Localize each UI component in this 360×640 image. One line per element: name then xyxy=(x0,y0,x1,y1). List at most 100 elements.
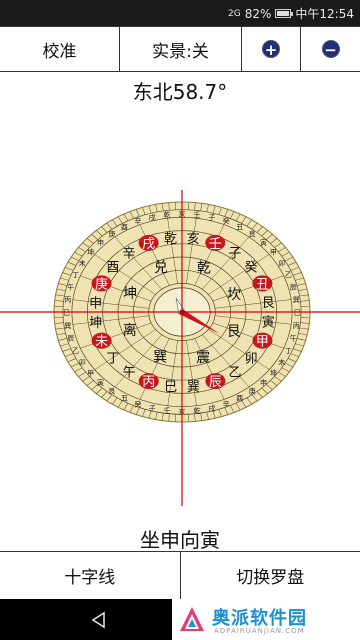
outer-small-label: 申 xyxy=(260,378,267,387)
zoom-out-button[interactable]: − xyxy=(301,27,360,71)
status-bar: 2G 82% 中午12:54 xyxy=(0,0,360,26)
outer-small-label: 巳 xyxy=(63,309,70,317)
outer-small-label: 巳 xyxy=(294,309,301,317)
outer-small-label: 壬 xyxy=(163,406,170,415)
outer-small-label: 甲 xyxy=(270,249,277,257)
switch-compass-button[interactable]: 切换罗盘 xyxy=(181,552,360,599)
watermark-logo-icon xyxy=(180,607,204,631)
trigram-label: 兑 xyxy=(154,260,168,276)
mountain-label: 午 xyxy=(123,365,136,380)
mountain-label: 子 xyxy=(228,247,241,262)
trigram-label: 坎 xyxy=(227,287,241,303)
mountain-label: 丁 xyxy=(106,352,119,367)
sitting-direction: 坐申向寅 xyxy=(140,528,220,552)
mountain-label: 亥 xyxy=(187,232,200,247)
outer-small-label: 未 xyxy=(278,358,285,367)
trigram-label: 震 xyxy=(196,350,210,366)
minus-icon: − xyxy=(321,40,340,59)
mountain-label: 未 xyxy=(95,335,108,350)
outer-small-label: 乙 xyxy=(285,271,292,279)
outer-small-label: 癸 xyxy=(134,399,141,408)
outer-small-label: 未 xyxy=(79,259,86,268)
outer-small-label: 巽 xyxy=(64,322,71,330)
back-triangle-icon[interactable] xyxy=(90,611,108,629)
outer-small-label: 乾 xyxy=(163,210,170,219)
mountain-label: 酉 xyxy=(106,261,119,276)
mountain-label: 辛 xyxy=(122,247,135,262)
compass-view[interactable]: 亥壬子癸丑艮寅甲卯乙辰巽巳丙午丁未坤申庚酉辛戌乾乾坎艮震巽离坤兑亥壬子癸丑艮寅甲… xyxy=(0,190,360,506)
outer-small-label: 庚 xyxy=(249,387,256,396)
mountain-label: 丑 xyxy=(256,277,269,292)
status-right: 2G 82% 中午12:54 xyxy=(228,5,354,22)
mountain-label: 乾 xyxy=(164,232,177,247)
signal-icon: 2G xyxy=(228,8,241,19)
outer-small-label: 申 xyxy=(97,238,104,247)
outer-small-label: 辛 xyxy=(223,399,230,408)
outer-small-label: 艮 xyxy=(249,230,256,238)
outer-small-label: 壬 xyxy=(194,210,201,219)
outer-small-label: 卯 xyxy=(79,358,86,367)
mountain-label: 辰 xyxy=(209,375,222,390)
luopan-compass: 亥壬子癸丑艮寅甲卯乙辰巽巳丙午丁未坤申庚酉辛戌乾乾坎艮震巽离坤兑亥壬子癸丑艮寅甲… xyxy=(0,190,360,506)
zoom-in-button[interactable]: + xyxy=(242,27,301,71)
outer-small-label: 丁 xyxy=(285,347,292,355)
outer-small-label: 寅 xyxy=(260,238,267,247)
outer-small-label: 子 xyxy=(149,405,156,413)
mountain-label: 庚 xyxy=(95,276,108,292)
mountain-label: 寅 xyxy=(262,315,275,331)
mountain-label: 申 xyxy=(89,296,102,311)
trigram-label: 离 xyxy=(123,322,137,339)
mountain-label: 壬 xyxy=(209,237,222,252)
outer-small-label: 丁 xyxy=(72,271,79,279)
outer-small-label: 艮 xyxy=(108,388,115,396)
bottom-bar: 十字线 切换罗盘 xyxy=(0,551,360,599)
trigram-label: 乾 xyxy=(197,260,211,276)
outer-small-label: 卯 xyxy=(278,259,285,268)
mountain-label: 甲 xyxy=(256,335,269,350)
mountain-label: 戌 xyxy=(142,237,155,252)
mountain-label: 艮 xyxy=(262,296,275,311)
plus-icon: + xyxy=(262,40,280,59)
clock: 中午12:54 xyxy=(295,7,354,21)
watermark-sub: AOPAIRUANJIAN.COM xyxy=(214,627,305,635)
mountain-label: 丙 xyxy=(142,375,155,390)
mountain-label: 巳 xyxy=(164,380,177,395)
realview-toggle-button[interactable]: 实景:关 xyxy=(120,27,242,71)
outer-small-label: 乾 xyxy=(194,406,201,415)
watermark: 奥派软件园 AOPAIRUANJIAN.COM xyxy=(172,599,360,640)
outer-small-label: 子 xyxy=(208,213,215,221)
battery-icon xyxy=(275,9,294,18)
outer-small-label: 坤 xyxy=(270,368,277,377)
outer-small-label: 戌 xyxy=(149,212,156,221)
mountain-label: 卯 xyxy=(245,351,258,366)
battery-percent: 82% xyxy=(244,6,272,21)
calibrate-button[interactable]: 校准 xyxy=(0,27,120,71)
outer-small-label: 丙 xyxy=(293,322,300,330)
outer-small-label: 丑 xyxy=(236,223,243,231)
outer-small-label: 寅 xyxy=(97,378,104,387)
mountain-label: 癸 xyxy=(244,260,257,275)
outer-small-label: 酉 xyxy=(121,223,128,231)
outer-small-label: 坤 xyxy=(87,248,94,257)
outer-small-label: 癸 xyxy=(223,217,230,226)
outer-small-label: 戌 xyxy=(208,404,215,413)
outer-small-label: 庚 xyxy=(108,229,115,238)
mountain-label: 乙 xyxy=(229,365,242,380)
trigram-label: 艮 xyxy=(227,324,241,340)
trigram-label: 巽 xyxy=(153,350,167,366)
outer-small-label: 丙 xyxy=(64,296,71,304)
outer-small-label: 丑 xyxy=(121,395,128,403)
mountain-label: 坤 xyxy=(89,316,102,331)
outer-small-label: 辰 xyxy=(67,335,74,343)
outer-small-label: 辰 xyxy=(290,283,297,291)
nav-bar: 奥派软件园 AOPAIRUANJIAN.COM xyxy=(0,599,360,640)
outer-small-label: 乙 xyxy=(72,347,79,355)
outer-small-label: 巽 xyxy=(293,296,300,304)
outer-small-label: 午 xyxy=(290,334,297,343)
crosshair-button[interactable]: 十字线 xyxy=(0,552,181,599)
heading-readout: 东北58.7° xyxy=(132,80,228,104)
outer-small-label: 午 xyxy=(67,282,74,291)
outer-small-label: 辛 xyxy=(134,217,141,226)
trigram-label: 坤 xyxy=(123,286,137,302)
outer-small-label: 甲 xyxy=(87,369,94,377)
